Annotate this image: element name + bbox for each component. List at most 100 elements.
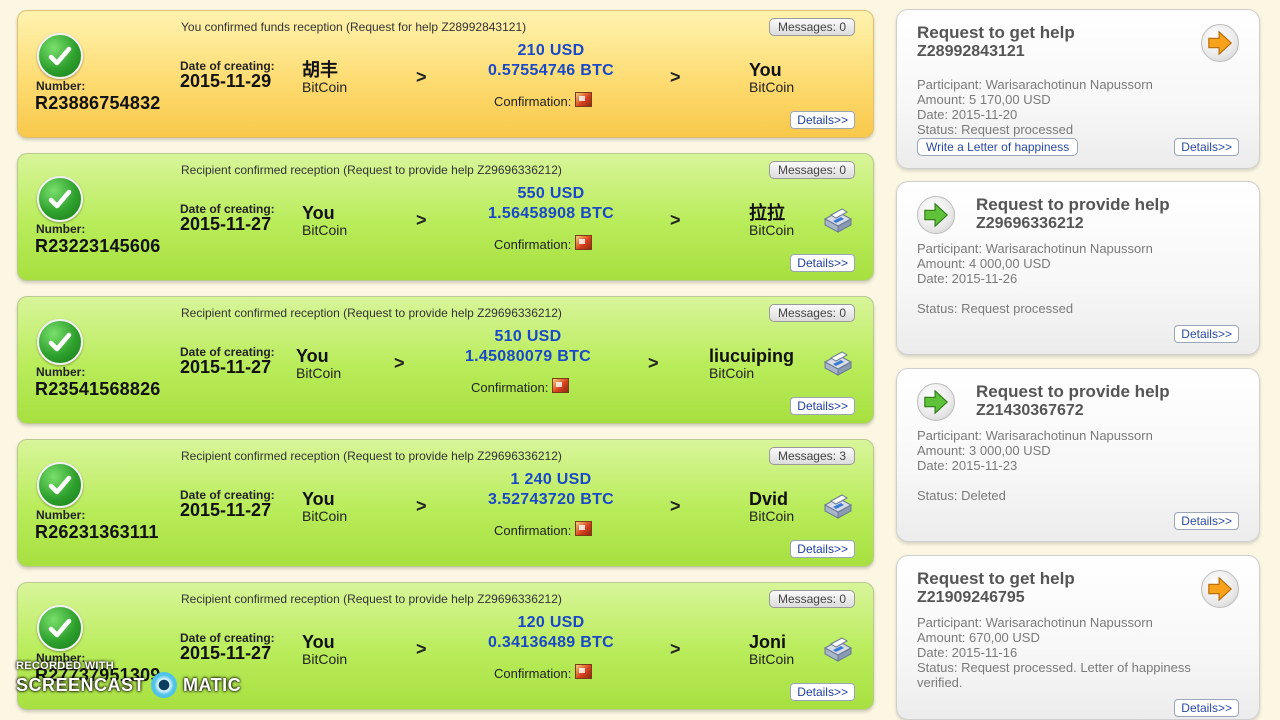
confirmation-image-icon[interactable]	[575, 92, 593, 107]
number-label: Number:	[36, 79, 86, 93]
request-status-text: You confirmed funds reception (Request f…	[181, 20, 527, 34]
side-request-title: Request to get help	[917, 569, 1075, 588]
transfer-arrow: >	[416, 639, 427, 659]
orange-arrow-icon[interactable]	[1201, 570, 1239, 608]
transfer-arrow: >	[670, 639, 681, 659]
watermark-recorded-with: RECORDED WITH	[16, 660, 115, 672]
confirmation-image-icon[interactable]	[575, 235, 593, 250]
side-details-button[interactable]: Details>>	[1174, 699, 1239, 717]
side-request-id: Z29696336212	[976, 215, 1084, 232]
side-amount: Amount: 3 000,00 USD	[917, 443, 1051, 458]
recipient-name: Dvid	[749, 489, 789, 509]
side-status-continued: verified.	[917, 675, 963, 690]
confirmation-image-icon[interactable]	[575, 664, 593, 679]
confirmation-label: Confirmation:	[471, 380, 549, 395]
creation-date: 2015-11-29	[180, 71, 272, 91]
details-button[interactable]: Details>>	[790, 254, 855, 272]
side-amount: Amount: 5 170,00 USD	[917, 92, 1051, 107]
amount-btc: 3.52743720 BTC	[487, 491, 615, 508]
side-status: Status: Deleted	[917, 488, 1006, 503]
request-status-text: Recipient confirmed reception (Request t…	[181, 449, 562, 463]
recipient-name: Joni	[749, 632, 787, 652]
side-date: Date: 2015-11-16	[917, 645, 1018, 660]
confirmation-label: Confirmation:	[494, 523, 572, 538]
creation-date: 2015-11-27	[180, 500, 272, 520]
confirmed-check-icon	[37, 462, 83, 508]
recipient-wallet-type: BitCoin	[749, 651, 795, 667]
recipient-wallet-type: BitCoin	[749, 222, 795, 238]
side-details-button[interactable]: Details>>	[1174, 138, 1239, 156]
recipient-wallet-type: BitCoin	[709, 365, 755, 381]
side-request-card: Request to provide help Z21430367672 Parti…	[896, 368, 1260, 542]
side-participant: Participant: Warisarachotinun Napussorn	[917, 615, 1153, 630]
messages-button[interactable]: Messages: 0	[768, 304, 855, 322]
request-card: Number: R23541568826 Recipient confirmed r…	[17, 296, 874, 424]
request-card: Number: R23223145606 Recipient confirmed r…	[17, 153, 874, 281]
request-status-text: Recipient confirmed reception (Request t…	[181, 306, 562, 320]
confirmation: Confirmation:	[471, 378, 570, 395]
side-request-title: Request to provide help	[976, 382, 1170, 401]
details-button[interactable]: Details>>	[790, 683, 855, 701]
side-status: Status: Request processed. Letter of hap…	[917, 660, 1191, 675]
green-arrow-icon[interactable]	[917, 383, 955, 421]
sender: 胡丰 BitCoin	[302, 61, 347, 95]
screencast-watermark: RECORDED WITH SCREENCAST MATIC	[16, 660, 241, 698]
green-arrow-icon[interactable]	[917, 196, 955, 234]
sender: You BitCoin	[296, 347, 341, 381]
side-request-card: Request to provide help Z29696336212 Parti…	[896, 181, 1260, 355]
printer-icon[interactable]	[821, 630, 855, 664]
confirmation: Confirmation:	[494, 92, 593, 109]
messages-button[interactable]: Messages: 0	[768, 590, 855, 608]
confirmation: Confirmation:	[494, 664, 593, 681]
side-participant: Participant: Warisarachotinun Napussorn	[917, 428, 1153, 443]
side-request-id: Z28992843121	[917, 43, 1025, 60]
sender-name: You	[302, 203, 335, 223]
confirmation-image-icon[interactable]	[575, 521, 593, 536]
orange-arrow-icon[interactable]	[1201, 24, 1239, 62]
printer-icon[interactable]	[821, 344, 855, 378]
recipient-wallet-type: BitCoin	[749, 79, 795, 95]
amount-btc: 1.56458908 BTC	[487, 205, 615, 222]
side-status: Status: Request processed	[917, 122, 1074, 137]
details-button[interactable]: Details>>	[790, 397, 855, 415]
messages-button[interactable]: Messages: 3	[768, 447, 855, 465]
amount-btc: 0.34136489 BTC	[487, 634, 615, 651]
transfer-arrow: >	[416, 67, 427, 87]
recipient: liucuiping BitCoin	[709, 347, 794, 381]
confirmed-check-icon	[37, 176, 83, 222]
sender: You BitCoin	[302, 490, 347, 524]
watermark-screencast: SCREENCAST	[16, 674, 146, 695]
confirmation-label: Confirmation:	[494, 666, 572, 681]
recipient: 拉拉 BitCoin	[749, 204, 794, 238]
number-label: Number:	[36, 222, 86, 236]
sender: You BitCoin	[302, 204, 347, 238]
confirmed-check-icon	[37, 319, 83, 365]
recipient-name: You	[749, 60, 782, 80]
confirmation: Confirmation:	[494, 521, 593, 538]
side-request-card: Request to get help Z28992843121 Participa…	[896, 9, 1260, 169]
printer-icon[interactable]	[821, 201, 855, 235]
confirmation-image-icon[interactable]	[552, 378, 570, 393]
amount-usd: 1 240 USD	[510, 471, 592, 488]
request-status-text: Recipient confirmed reception (Request t…	[181, 163, 562, 177]
messages-button[interactable]: Messages: 0	[768, 18, 855, 36]
transfer-arrow: >	[648, 353, 659, 373]
sender-name: You	[302, 489, 335, 509]
side-details-button[interactable]: Details>>	[1174, 325, 1239, 343]
recipient-name: liucuiping	[709, 346, 794, 366]
side-amount: Amount: 670,00 USD	[917, 630, 1040, 645]
details-button[interactable]: Details>>	[790, 111, 855, 129]
sender-wallet-type: BitCoin	[302, 508, 348, 524]
messages-button[interactable]: Messages: 0	[768, 161, 855, 179]
printer-icon[interactable]	[821, 487, 855, 521]
request-number: R23541568826	[35, 379, 161, 399]
details-button[interactable]: Details>>	[790, 540, 855, 558]
amount-btc: 0.57554746 BTC	[487, 62, 615, 79]
side-details-button[interactable]: Details>>	[1174, 512, 1239, 530]
amount: 1 240 USD 3.52743720 BTC	[461, 470, 641, 510]
side-date: Date: 2015-11-26	[917, 271, 1018, 286]
number-label: Number:	[36, 508, 86, 522]
write-letter-button[interactable]: Write a Letter of happiness	[917, 138, 1079, 156]
sender-wallet-type: BitCoin	[296, 365, 342, 381]
creation-date: 2015-11-27	[180, 214, 272, 234]
